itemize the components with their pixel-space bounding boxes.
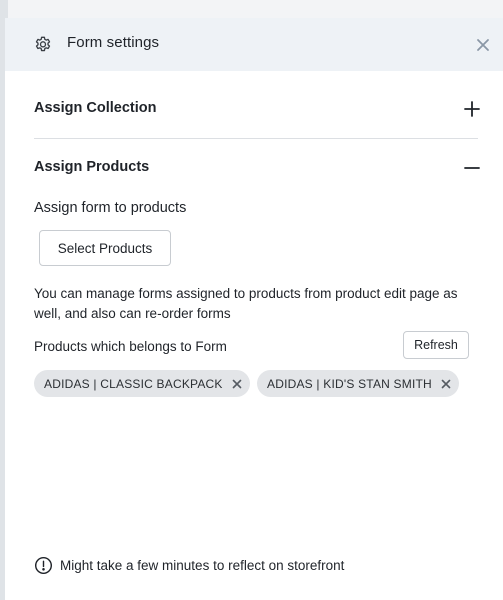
section-title-assign-collection[interactable]: Assign Collection [34, 100, 156, 116]
alert-circle-icon [34, 556, 53, 575]
remove-icon[interactable] [441, 379, 451, 389]
products-label: Products which belongs to Form [34, 339, 227, 354]
product-chip: ADIDAS | CLASSIC BACKPACK [34, 370, 250, 397]
select-products-button[interactable]: Select Products [39, 230, 171, 266]
footer-notice: Might take a few minutes to reflect on s… [34, 556, 344, 575]
section-divider [34, 138, 478, 139]
minus-icon[interactable] [463, 159, 481, 177]
form-settings-panel: Form settings Assign Collection Assign P… [5, 18, 503, 600]
plus-icon[interactable] [463, 100, 481, 118]
gear-icon [35, 36, 51, 52]
product-chip-label: ADIDAS | CLASSIC BACKPACK [44, 376, 223, 391]
remove-icon[interactable] [232, 379, 242, 389]
footer-note: Might take a few minutes to reflect on s… [60, 558, 345, 573]
close-icon[interactable] [474, 36, 492, 54]
assign-form-label: Assign form to products [34, 200, 187, 216]
refresh-button[interactable]: Refresh [403, 331, 469, 359]
panel-title: Form settings [67, 34, 160, 51]
backdrop [0, 0, 503, 18]
info-text: You can manage forms assigned to product… [34, 286, 458, 321]
product-chip-label: ADIDAS | KID'S STAN SMITH [267, 376, 432, 391]
panel-header: Form settings [5, 18, 503, 71]
section-title-assign-products[interactable]: Assign Products [34, 159, 149, 175]
product-chip: ADIDAS | KID'S STAN SMITH [257, 370, 459, 397]
